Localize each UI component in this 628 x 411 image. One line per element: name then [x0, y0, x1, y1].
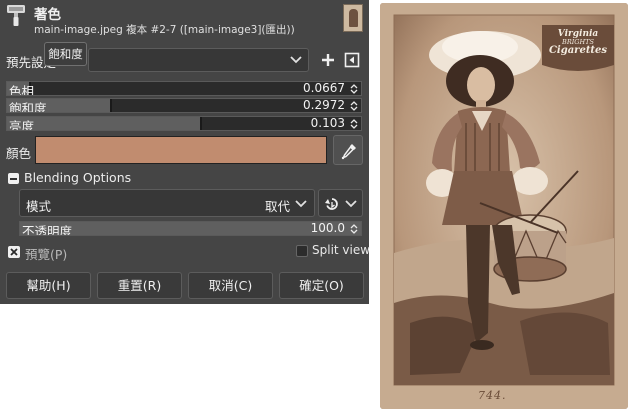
color-picker-button[interactable]: [333, 135, 363, 165]
card-photo: [380, 3, 628, 409]
preview-checkbox[interactable]: [8, 246, 20, 258]
chevron-down-icon: [290, 56, 302, 64]
lightness-value[interactable]: 0.103: [311, 117, 345, 130]
eyedropper-icon: [341, 144, 356, 160]
plus-icon[interactable]: [320, 52, 336, 71]
opacity-label: 不透明度: [22, 224, 73, 236]
hue-slider[interactable]: 色相 0.0667: [6, 81, 362, 96]
colorize-icon: [4, 3, 28, 27]
screen: 著色 main-image.jpeg 複本 #2-7 ([main-image3…: [0, 0, 628, 411]
dialog-subtitle: main-image.jpeg 複本 #2-7 ([main-image3](匯…: [34, 24, 295, 36]
split-view-label[interactable]: Split view: [312, 243, 370, 257]
lightness-slider[interactable]: 亮度 0.103: [6, 116, 362, 131]
split-view-checkbox[interactable]: [296, 245, 308, 257]
card-number: 744.: [478, 389, 507, 402]
color-label: 顏色: [6, 146, 32, 161]
help-button[interactable]: 幫助(H): [6, 272, 91, 299]
card-brand-logo: Virginia BRIGHTS Cigarettes: [546, 29, 610, 57]
ok-button[interactable]: 確定(O): [279, 272, 364, 299]
card-brand-line3: Cigarettes: [548, 45, 608, 57]
mode-value: 取代: [264, 199, 290, 214]
opacity-value[interactable]: 100.0: [311, 222, 345, 235]
chevron-down-icon: [295, 200, 307, 208]
cancel-button[interactable]: 取消(C): [188, 272, 273, 299]
mode-label: 模式: [26, 199, 52, 214]
lightness-label: 亮度: [9, 119, 35, 131]
opacity-slider[interactable]: 不透明度 100.0: [19, 221, 362, 236]
presets-combo[interactable]: [88, 48, 309, 72]
dialog-title: 著色: [34, 7, 61, 23]
color-swatch[interactable]: [35, 136, 327, 164]
spin-arrows-icon[interactable]: [350, 119, 358, 129]
saturation-label: 飽和度: [9, 101, 47, 113]
chevron-down-icon: [345, 200, 357, 208]
composite-mode-icon: [325, 198, 338, 210]
hue-label: 色相: [9, 84, 35, 96]
image-thumbnail: [343, 4, 363, 32]
spin-arrows-icon[interactable]: [350, 101, 358, 111]
preview-label[interactable]: 預覽(P): [25, 244, 67, 263]
colorize-dialog: 著色 main-image.jpeg 複本 #2-7 ([main-image3…: [0, 0, 370, 304]
blending-collapse-toggle[interactable]: [8, 173, 19, 184]
composite-mode-button[interactable]: [318, 189, 363, 217]
mode-combo[interactable]: 模式 取代: [19, 189, 315, 217]
spin-arrows-icon[interactable]: [350, 84, 358, 94]
lightness-fill: [7, 117, 203, 130]
presets-tooltip: 飽和度: [44, 42, 87, 66]
hue-value[interactable]: 0.0667: [303, 82, 345, 95]
reset-button[interactable]: 重置(R): [97, 272, 182, 299]
saturation-value[interactable]: 0.2972: [303, 99, 345, 112]
saturation-slider[interactable]: 飽和度 0.2972: [6, 98, 362, 113]
image-preview: Virginia BRIGHTS Cigarettes 744.: [380, 3, 628, 409]
preset-menu-icon[interactable]: [344, 52, 360, 71]
blending-options-title[interactable]: Blending Options: [24, 170, 131, 185]
spin-arrows-icon[interactable]: [350, 224, 358, 234]
check-x-icon: [10, 248, 18, 256]
